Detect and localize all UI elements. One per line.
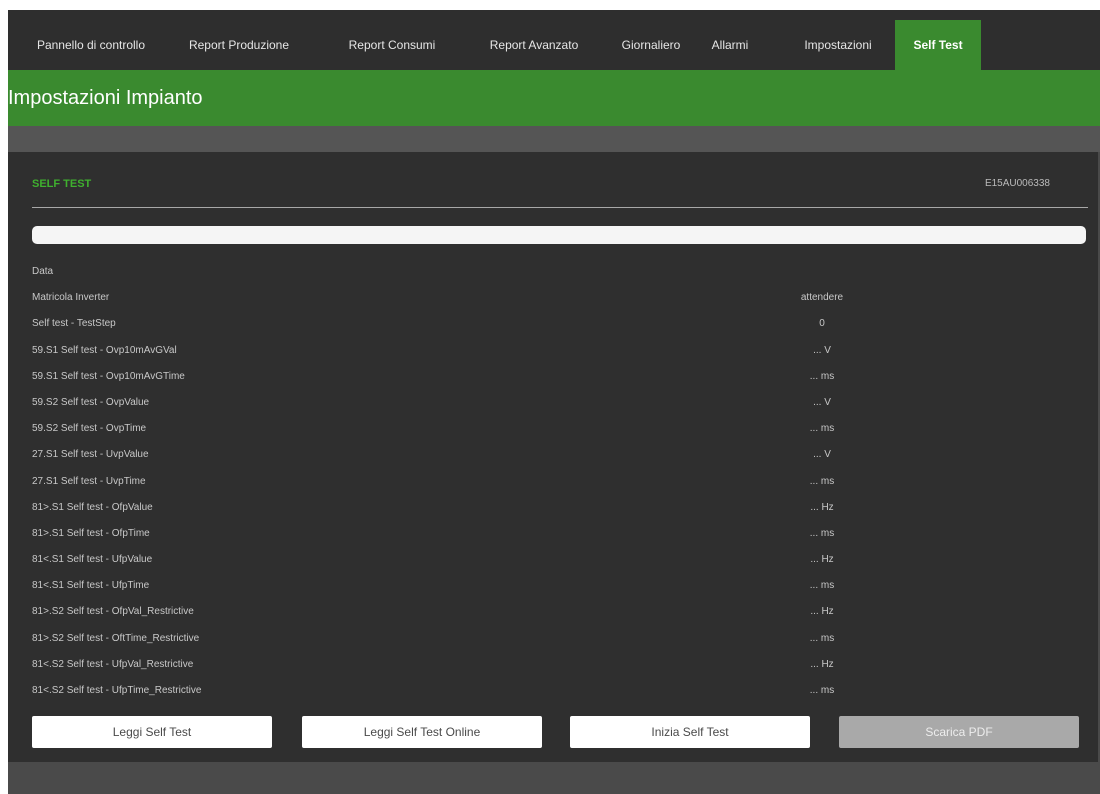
tab-report-consumi[interactable]: Report Consumi (332, 20, 452, 70)
footer-spacer (8, 762, 1100, 794)
row-value: ... ms (809, 527, 835, 539)
row-value: ... Hz (810, 606, 834, 618)
row-label: 81>.S2 Self test - OftTime_Restrictive (32, 632, 200, 644)
row-label: 81<.S1 Self test - UfpValue (32, 554, 153, 566)
download-pdf-button[interactable]: Scarica PDF (839, 716, 1079, 748)
divider (32, 207, 1088, 208)
serial-number: E15AU006338 (984, 178, 1050, 189)
list-item: 81<.S1 Self test - UfpTime ... ms (32, 574, 1088, 600)
row-value: ... ms (809, 632, 835, 644)
read-self-test-online-button[interactable]: Leggi Self Test Online (302, 716, 542, 748)
page-title: Impostazioni Impianto (8, 87, 203, 109)
row-value: ... Hz (810, 554, 834, 566)
row-value: ... ms (809, 370, 835, 382)
row-value: ... Hz (810, 658, 834, 670)
row-value: ... ms (809, 685, 835, 696)
list-item: 59.S2 Self test - OvpValue ... V (32, 391, 1088, 417)
tab-allarmi[interactable]: Allarmi (702, 20, 758, 70)
list-item: 81<.S2 Self test - UfpTime_Restrictive..… (32, 679, 1088, 705)
row-label: 81<.S2 Self test - UfpTime_Restrictive (32, 685, 202, 696)
row-value: ... ms (809, 423, 835, 435)
tab-impostazioni[interactable]: Impostazioni (782, 20, 894, 70)
list-item: 59.S1 Self test - Ovp10mAvGVal ... V (32, 339, 1088, 365)
tab-report-produzione[interactable]: Report Produzione (164, 20, 314, 70)
row-label: Matricola Inverter (32, 292, 110, 304)
header-spacer (8, 126, 1100, 152)
list-item: 59.S2 Self test - OvpTime ... ms (32, 417, 1088, 443)
page-header: Impostazioni Impianto (8, 70, 1100, 126)
results-list: Data Matricola Inverter attendere Self test… (32, 260, 1088, 705)
list-item: 59.S1 Self test - Ovp10mAvGTime ... ms (32, 365, 1088, 391)
top-navigation: Pannello di controllo Report Produzione … (8, 10, 1100, 70)
row-value: attendere (800, 292, 844, 304)
panel-title: SELF TEST (32, 178, 92, 190)
list-item: 81>.S2 Self test - OfpVal_Restrictive...… (32, 600, 1088, 626)
list-item: 81>.S1 Self test - OfpValue ... Hz (32, 496, 1088, 522)
progress-bar (32, 226, 1086, 244)
row-label: 59.S2 Self test - OvpTime (32, 423, 147, 435)
row-value: ... ms (809, 475, 835, 487)
row-label: 59.S2 Self test - OvpValue (32, 396, 150, 408)
list-item: 81>.S2 Self test - OftTime_Restrictive..… (32, 627, 1088, 653)
tab-pannello-di-controllo[interactable]: Pannello di controllo (27, 20, 155, 70)
row-label: 27.S1 Self test - UvpTime (32, 475, 146, 487)
row-value: ... V (813, 344, 831, 356)
list-item: 81<.S1 Self test - UfpValue ... Hz (32, 548, 1088, 574)
row-value: 0 (819, 318, 825, 330)
row-label: Self test - TestStep (32, 318, 116, 330)
start-self-test-button[interactable]: Inizia Self Test (570, 716, 810, 748)
list-item: Self test - TestStep 0 (32, 312, 1088, 338)
tab-report-avanzato[interactable]: Report Avanzato (470, 20, 598, 70)
row-value: ... Hz (810, 501, 834, 513)
row-value: ... V (813, 449, 831, 461)
row-label: 81>.S1 Self test - OfpTime (32, 527, 150, 539)
self-test-panel: SELF TEST E15AU006338 Data Matricola Inve… (8, 152, 1098, 762)
row-label: 27.S1 Self test - UvpValue (32, 449, 149, 461)
row-label: 81>.S2 Self test - OfpVal_Restrictive (32, 606, 194, 618)
tab-giornaliero[interactable]: Giornaliero (606, 20, 696, 70)
list-item: 81>.S1 Self test - OfpTime ... ms (32, 522, 1088, 548)
read-self-test-button[interactable]: Leggi Self Test (32, 716, 272, 748)
row-label: 81<.S1 Self test - UfpTime (32, 580, 150, 592)
row-label: 59.S1 Self test - Ovp10mAvGVal (32, 344, 177, 356)
row-label: 59.S1 Self test - Ovp10mAvGTime (32, 370, 185, 382)
list-item: 27.S1 Self test - UvpTime ... ms (32, 470, 1088, 496)
row-value: ... ms (809, 580, 835, 592)
row-label: Data (32, 266, 54, 277)
list-item: Matricola Inverter attendere (32, 286, 1088, 312)
list-item: Data (32, 260, 1088, 286)
list-item: 27.S1 Self test - UvpValue ... V (32, 443, 1088, 469)
app-window: Pannello di controllo Report Produzione … (8, 10, 1100, 794)
row-label: 81>.S1 Self test - OfpValue (32, 501, 153, 513)
tab-self-test[interactable]: Self Test (895, 20, 981, 70)
row-value: ... V (813, 396, 831, 408)
list-item: 81<.S2 Self test - UfpVal_Restrictive...… (32, 653, 1088, 679)
row-label: 81<.S2 Self test - UfpVal_Restrictive (32, 658, 194, 670)
